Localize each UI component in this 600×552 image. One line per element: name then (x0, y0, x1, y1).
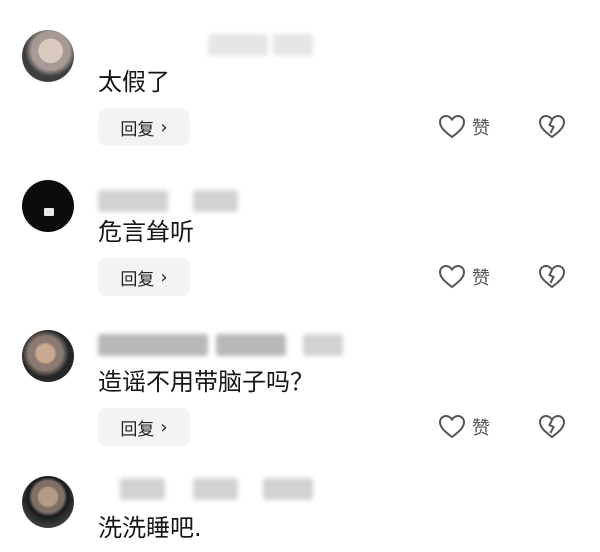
dislike-button[interactable] (538, 408, 566, 446)
comment-item: 洗洗睡吧. (0, 450, 600, 552)
reply-button[interactable]: 回复 › (98, 408, 190, 446)
like-button[interactable]: 赞 (438, 258, 490, 296)
like-label: 赞 (472, 118, 490, 139)
avatar[interactable] (22, 330, 74, 382)
broken-heart-icon (538, 264, 566, 289)
heart-outline-icon (438, 414, 466, 439)
broken-heart-icon (538, 114, 566, 139)
chevron-right-icon: › (160, 266, 168, 288)
comment-text: 危言耸听 (98, 218, 194, 246)
comment-item: 造谣不用带脑子吗？ 回复 › 赞 (0, 300, 600, 450)
like-label: 赞 (472, 268, 490, 289)
avatar-mark (44, 208, 54, 216)
comment-text: 太假了 (98, 68, 170, 96)
comment-item: 太假了 回复 › 赞 (0, 0, 600, 150)
dislike-button[interactable] (538, 258, 566, 296)
like-label: 赞 (472, 418, 490, 439)
reply-label: 回复 (120, 419, 155, 440)
username-blurred (98, 478, 378, 502)
chevron-right-icon: › (160, 416, 168, 438)
avatar[interactable] (22, 476, 74, 528)
username-blurred (98, 34, 338, 58)
reply-button[interactable]: 回复 › (98, 108, 190, 146)
avatar[interactable] (22, 30, 74, 82)
comment-text: 造谣不用带脑子吗？ (98, 368, 314, 396)
comment-text: 洗洗睡吧. (98, 514, 202, 542)
reply-label: 回复 (120, 269, 155, 290)
chevron-right-icon: › (160, 116, 168, 138)
reply-label: 回复 (120, 119, 155, 140)
username-blurred (98, 334, 358, 358)
dislike-button[interactable] (538, 108, 566, 146)
avatar[interactable] (22, 180, 74, 232)
username-blurred (98, 190, 338, 214)
comment-item: 危言耸听 回复 › 赞 (0, 150, 600, 300)
like-button[interactable]: 赞 (438, 408, 490, 446)
like-button[interactable]: 赞 (438, 108, 490, 146)
broken-heart-icon (538, 414, 566, 439)
reply-button[interactable]: 回复 › (98, 258, 190, 296)
heart-outline-icon (438, 114, 466, 139)
heart-outline-icon (438, 264, 466, 289)
